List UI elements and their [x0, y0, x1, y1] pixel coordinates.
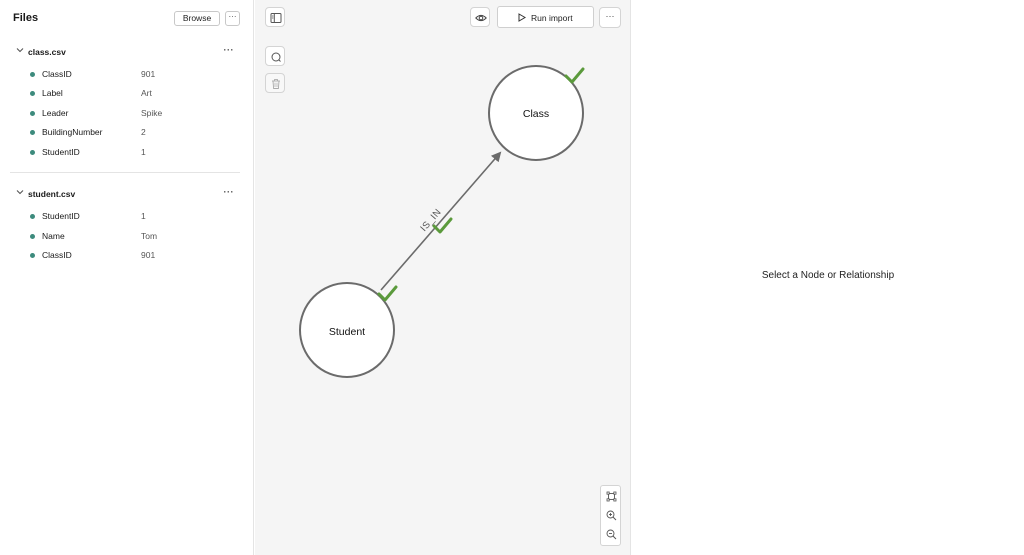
- zoom-in-icon[interactable]: [606, 510, 617, 521]
- column-name: Leader: [42, 108, 69, 118]
- column-dot-icon: [30, 234, 35, 239]
- column-name: StudentID: [42, 147, 80, 157]
- column-row: StudentID 1: [30, 211, 230, 223]
- model-canvas[interactable]: Run import ··· IS_IN Class Student: [255, 0, 631, 555]
- file-divider: [10, 172, 240, 173]
- column-row: BuildingNumber 2: [30, 127, 230, 139]
- relationship-arrow[interactable]: [380, 151, 502, 291]
- files-panel: Files Browse ··· class.csv ··· ClassID 9…: [0, 0, 254, 555]
- chevron-down-icon[interactable]: [16, 188, 24, 198]
- column-sample-value: 901: [141, 250, 156, 260]
- column-name: Name: [42, 231, 65, 241]
- column-dot-icon: [30, 150, 35, 155]
- column-dot-icon: [30, 111, 35, 116]
- file-header-class-csv[interactable]: class.csv ···: [16, 45, 240, 60]
- data-importer-app: Files Browse ··· class.csv ··· ClassID 9…: [0, 0, 1024, 555]
- column-row: ClassID 901: [30, 250, 230, 262]
- column-row: ClassID 901: [30, 69, 230, 81]
- column-name: StudentID: [42, 211, 80, 221]
- column-dot-icon: [30, 91, 35, 96]
- files-title: Files: [13, 12, 39, 24]
- column-dot-icon: [30, 253, 35, 258]
- graph-model: IS_IN Class Student: [299, 65, 585, 378]
- column-sample-value: Art: [141, 88, 152, 98]
- column-dot-icon: [30, 214, 35, 219]
- column-row: Name Tom: [30, 231, 230, 243]
- column-row: Label Art: [30, 88, 230, 100]
- zoom-out-icon[interactable]: [606, 529, 617, 540]
- file-more-button[interactable]: ···: [224, 45, 235, 55]
- node-student-label: Student: [329, 326, 365, 338]
- column-sample-value: Spike: [141, 108, 163, 118]
- zoom-controls: [600, 485, 621, 546]
- column-dot-icon: [30, 130, 35, 135]
- node-class-check-icon: [564, 67, 585, 84]
- chevron-down-icon[interactable]: [16, 46, 24, 56]
- column-sample-value: 1: [141, 211, 146, 221]
- column-name: Label: [42, 88, 63, 98]
- column-sample-value: 901: [141, 69, 156, 79]
- file-more-button[interactable]: ···: [224, 187, 235, 197]
- files-more-button[interactable]: ···: [225, 11, 240, 26]
- file-header-student-csv[interactable]: student.csv ···: [16, 187, 240, 202]
- column-sample-value: 1: [141, 147, 146, 157]
- file-name: class.csv: [28, 47, 66, 57]
- column-name: BuildingNumber: [42, 127, 103, 137]
- column-dot-icon: [30, 72, 35, 77]
- column-name: ClassID: [42, 69, 72, 79]
- node-class-label: Class: [523, 108, 549, 120]
- column-name: ClassID: [42, 250, 72, 260]
- file-name: student.csv: [28, 189, 76, 199]
- details-panel: Select a Node or Relationship: [632, 0, 1024, 555]
- column-sample-value: Tom: [141, 231, 158, 241]
- column-sample-value: 2: [141, 127, 146, 137]
- fit-to-screen-icon[interactable]: [606, 491, 617, 502]
- browse-button[interactable]: Browse: [174, 11, 220, 26]
- node-student[interactable]: Student: [299, 282, 395, 378]
- details-empty-message: Select a Node or Relationship: [761, 270, 895, 281]
- column-row: StudentID 1: [30, 147, 230, 159]
- column-row: Leader Spike: [30, 108, 230, 120]
